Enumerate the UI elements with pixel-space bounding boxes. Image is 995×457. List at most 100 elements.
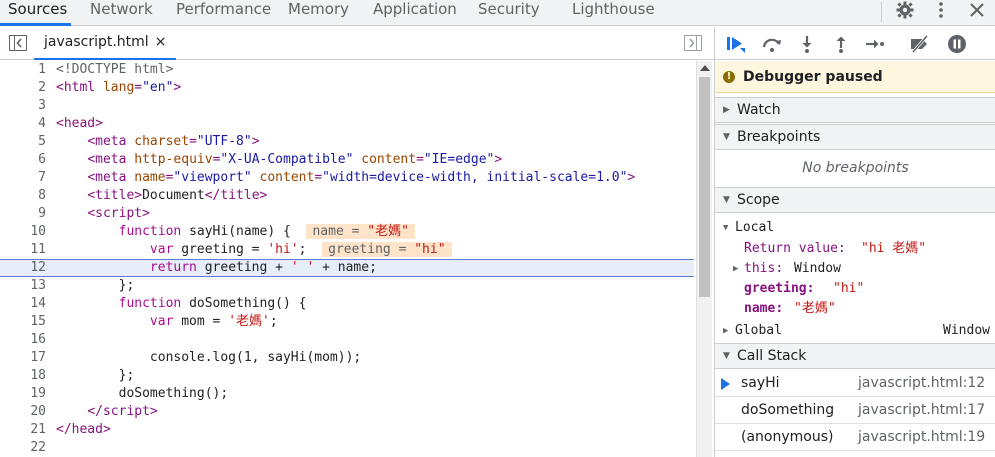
tab-lighthouse[interactable]: Lighthouse — [572, 0, 655, 26]
code-line[interactable]: 15 var mom = '老媽'; — [0, 313, 694, 331]
code-line[interactable]: 22 — [0, 439, 694, 457]
code-line[interactable]: 21 </head> — [0, 421, 694, 439]
line-number[interactable]: 18 — [0, 367, 46, 385]
editor-scrollbar[interactable] — [696, 61, 712, 457]
scroll-up-arrow-icon[interactable] — [700, 65, 710, 71]
code-line[interactable]: 5 <meta charset="UTF-8"> — [0, 133, 694, 151]
code-line[interactable]: 11 var greeting = 'hi'; greeting = "hi" — [0, 241, 694, 259]
scope-this-row[interactable]: ▶ this: Window — [715, 259, 995, 279]
line-number[interactable]: 14 — [0, 295, 46, 313]
call-stack-frame[interactable]: sayHi javascript.html:12 — [715, 370, 995, 397]
watch-label: Watch — [737, 102, 781, 118]
tab-application[interactable]: Application — [373, 0, 457, 26]
line-number[interactable]: 1 — [0, 61, 46, 79]
call-stack-frame[interactable]: (anonymous) javascript.html:19 — [715, 424, 995, 451]
code-line[interactable]: 12 return greeting + ' ' + name; — [0, 259, 694, 277]
line-number[interactable]: 6 — [0, 151, 46, 169]
tab-performance[interactable]: Performance — [176, 0, 271, 26]
code-line[interactable]: 9 <script> — [0, 205, 694, 223]
close-devtools-icon[interactable] — [963, 0, 991, 20]
line-number[interactable]: 3 — [0, 97, 46, 115]
code-line[interactable]: 20 </script> — [0, 403, 694, 421]
code-line[interactable]: 16 — [0, 331, 694, 349]
scope-section-header[interactable]: ▼ Scope — [715, 187, 995, 213]
code-line[interactable]: 13 }; — [0, 277, 694, 295]
step-into-icon[interactable] — [795, 33, 819, 55]
line-number[interactable]: 19 — [0, 385, 46, 403]
scope-global-label: Global — [735, 323, 782, 338]
this-val: Window — [794, 261, 841, 276]
frame-function: sayHi — [741, 375, 780, 391]
tab-network[interactable]: Network — [90, 0, 153, 26]
debugger-toolbar — [715, 27, 995, 60]
call-stack-section-header[interactable]: ▼ Call Stack — [715, 343, 995, 369]
file-tab-javascript-html[interactable]: javascript.html × — [34, 27, 177, 60]
code-text: }; — [56, 368, 135, 383]
pause-on-exceptions-icon[interactable] — [945, 33, 969, 55]
code-editor[interactable]: 1 <!DOCTYPE html> 2 <html lang="en"> 3 4 <head… — [0, 61, 696, 457]
name-key: name — [744, 301, 776, 316]
line-number[interactable]: 2 — [0, 79, 46, 97]
code-text: }; — [56, 278, 135, 293]
code-line[interactable]: 17 console.log(1, sayHi(mom)); — [0, 349, 694, 367]
code-line[interactable]: 3 — [0, 97, 694, 115]
close-tab-icon[interactable]: × — [155, 34, 167, 50]
code-text: doSomething(); — [56, 386, 229, 401]
line-number[interactable]: 21 — [0, 421, 46, 439]
greeting-key: greeting — [744, 281, 807, 296]
line-number[interactable]: 5 — [0, 133, 46, 151]
watch-section-header[interactable]: ▶ Watch — [715, 97, 995, 123]
call-stack-label: Call Stack — [737, 348, 807, 364]
line-number[interactable]: 22 — [0, 439, 46, 457]
toggle-debugger-sidebar-icon[interactable] — [684, 35, 702, 51]
tab-security[interactable]: Security — [478, 0, 540, 26]
line-number[interactable]: 9 — [0, 205, 46, 223]
line-number[interactable]: 12 — [0, 260, 46, 276]
scope-global-row[interactable]: ▶ Global Window — [715, 321, 995, 341]
frame-function: doSomething — [741, 402, 835, 418]
line-number[interactable]: 17 — [0, 349, 46, 367]
line-number[interactable]: 15 — [0, 313, 46, 331]
line-number[interactable]: 4 — [0, 115, 46, 133]
tab-memory[interactable]: Memory — [288, 0, 349, 26]
step-out-icon[interactable] — [829, 33, 853, 55]
frame-location[interactable]: javascript.html:17 — [858, 397, 985, 424]
line-number[interactable]: 16 — [0, 331, 46, 349]
resume-icon[interactable] — [724, 33, 748, 55]
gear-icon[interactable] — [891, 0, 919, 20]
code-line[interactable]: 18 }; — [0, 367, 694, 385]
line-number[interactable]: 11 — [0, 241, 46, 259]
more-options-icon[interactable] — [927, 0, 955, 20]
frame-function: (anonymous) — [741, 429, 834, 445]
code-text: function sayHi(name) { name = "老媽" — [56, 223, 415, 241]
code-text: <html lang="en"> — [56, 80, 182, 95]
line-number[interactable]: 7 — [0, 169, 46, 187]
step-icon[interactable] — [863, 33, 887, 55]
code-line[interactable]: 6 <meta http-equiv="X-UA-Compatible" con… — [0, 151, 694, 169]
code-line[interactable]: 7 <meta name="viewport" content="width=d… — [0, 169, 694, 187]
line-number[interactable]: 13 — [0, 277, 46, 295]
return-value-val: "hi 老媽" — [861, 241, 927, 256]
code-text: console.log(1, sayHi(mom)); — [56, 350, 362, 365]
frame-location[interactable]: javascript.html:12 — [858, 370, 985, 397]
code-line[interactable]: 10 function sayHi(name) { name = "老媽" — [0, 223, 694, 241]
code-line[interactable]: 19 doSomething(); — [0, 385, 694, 403]
scope-local-row[interactable]: ▼ Local — [715, 218, 995, 238]
scrollbar-thumb[interactable] — [699, 77, 710, 297]
toggle-navigator-icon[interactable] — [9, 35, 27, 51]
code-line[interactable]: 4 <head> — [0, 115, 694, 133]
code-line[interactable]: 2 <html lang="en"> — [0, 79, 694, 97]
breakpoints-section-header[interactable]: ▼ Breakpoints — [715, 124, 995, 150]
step-over-icon[interactable] — [760, 33, 784, 55]
deactivate-breakpoints-icon[interactable] — [908, 33, 932, 55]
name-val: "老媽" — [794, 301, 836, 316]
line-number[interactable]: 10 — [0, 223, 46, 241]
code-line[interactable]: 8 <title>Document</title> — [0, 187, 694, 205]
line-number[interactable]: 20 — [0, 403, 46, 421]
code-line[interactable]: 14 function doSomething() { — [0, 295, 694, 313]
frame-location[interactable]: javascript.html:19 — [858, 424, 985, 451]
code-line[interactable]: 1 <!DOCTYPE html> — [0, 61, 694, 79]
collapsed-arrow-icon: ▶ — [723, 326, 729, 336]
call-stack-frame[interactable]: doSomething javascript.html:17 — [715, 397, 995, 424]
line-number[interactable]: 8 — [0, 187, 46, 205]
